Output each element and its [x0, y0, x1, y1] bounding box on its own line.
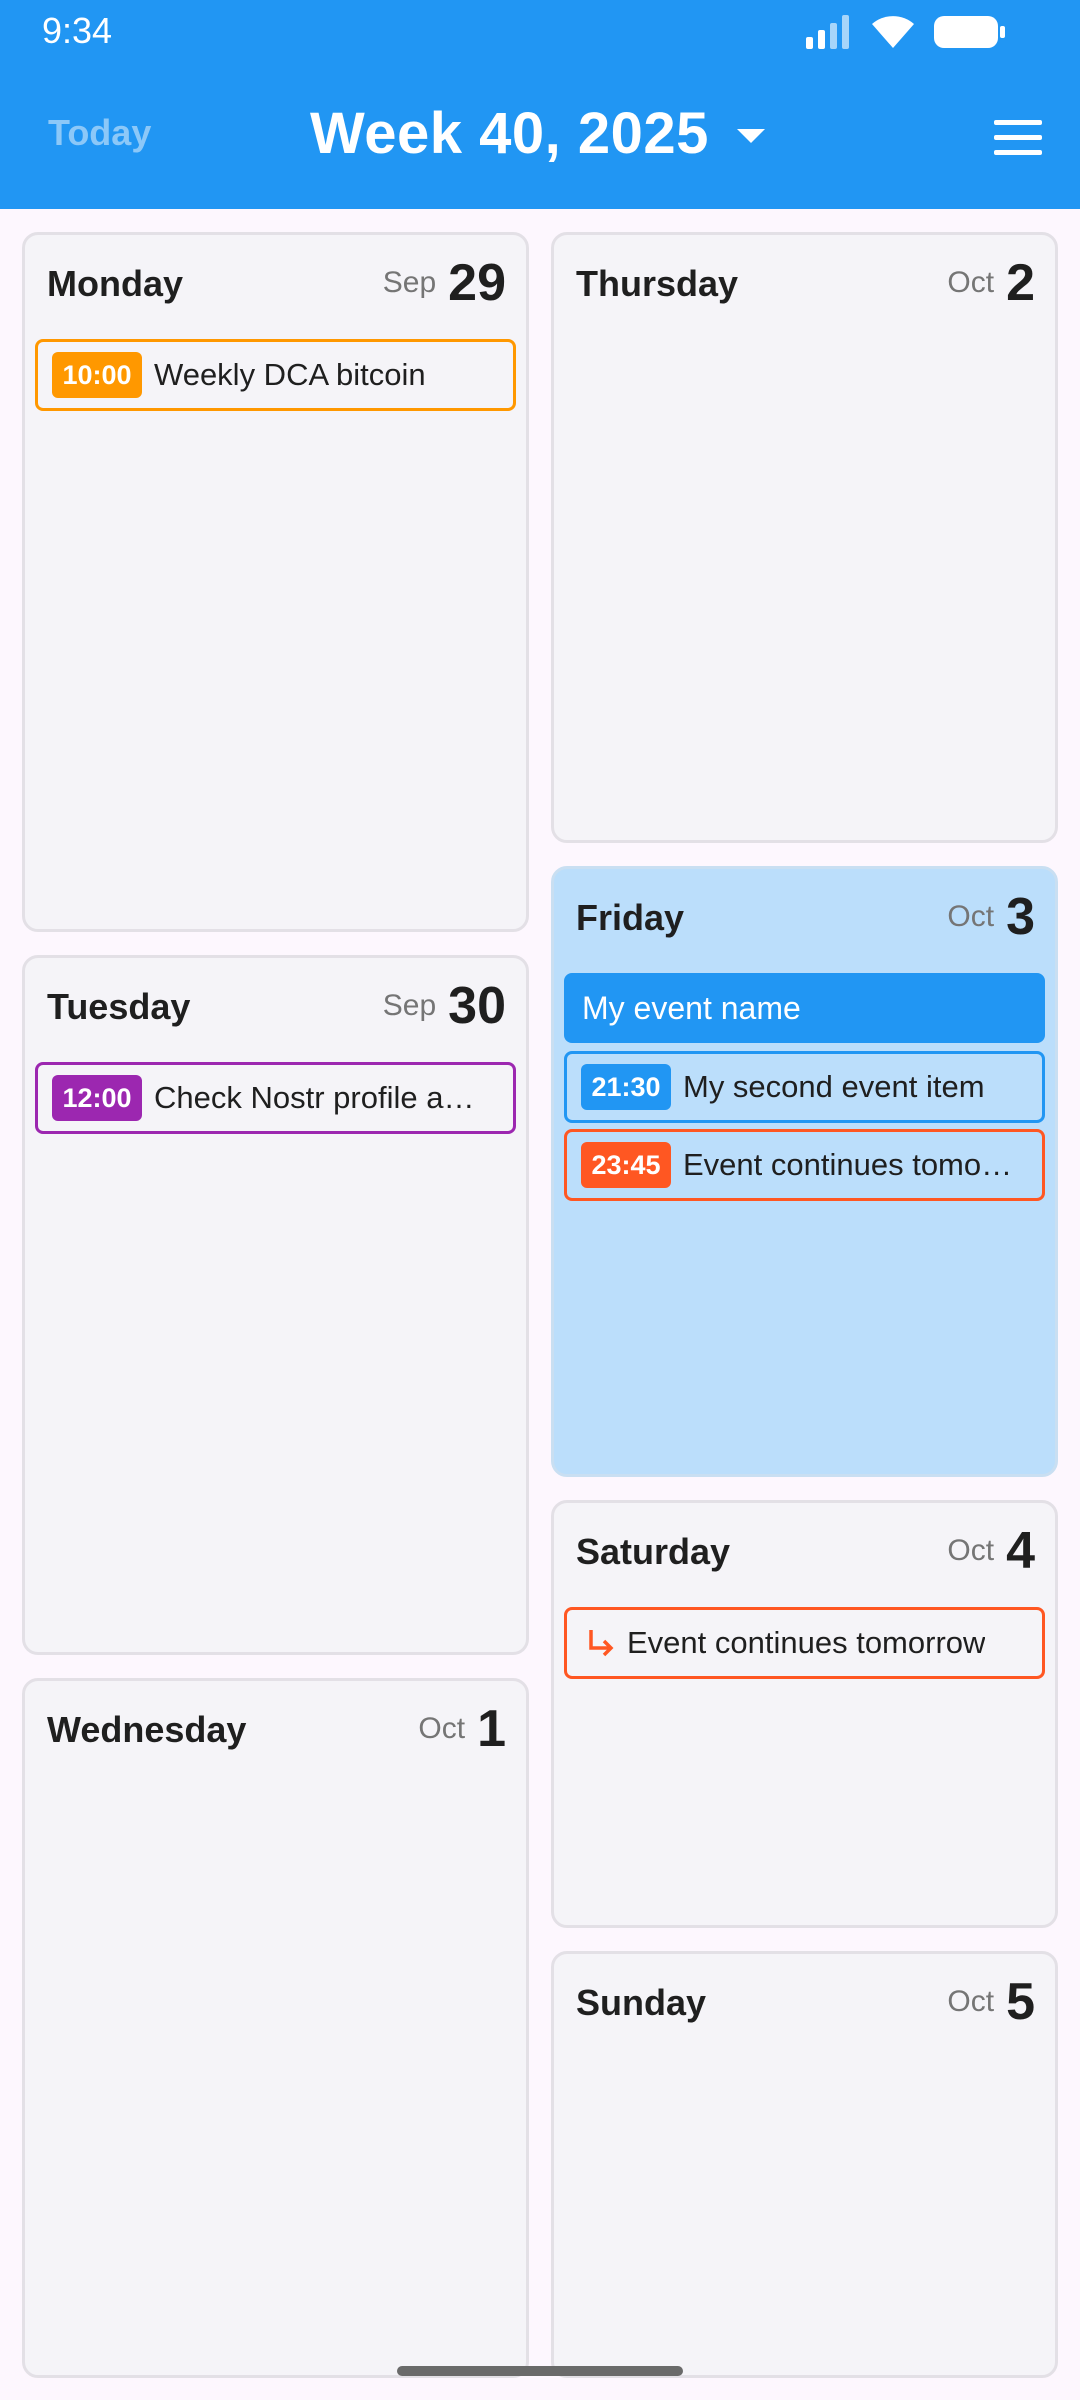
- day-month: Oct: [947, 1985, 995, 2018]
- menu-icon[interactable]: [994, 120, 1042, 156]
- continued-event-item[interactable]: Event continues tomorrow: [564, 1607, 1045, 1679]
- day-card-friday[interactable]: Friday Oct 3 My event name 21:30 My seco…: [551, 866, 1058, 1477]
- day-month: Sep: [382, 989, 437, 1022]
- status-icons: [806, 12, 1006, 52]
- event-title: Event continues tomo…: [683, 1147, 1013, 1182]
- day-name: Saturday: [576, 1531, 731, 1572]
- day-name: Sunday: [576, 1982, 707, 2023]
- day-number: 29: [448, 254, 506, 312]
- today-button[interactable]: Today: [48, 112, 151, 154]
- day-month: Oct: [947, 900, 995, 933]
- day-date: Oct 5: [947, 1972, 1035, 2032]
- event-time: 12:00: [52, 1075, 142, 1121]
- dropdown-caret-icon: [736, 128, 765, 143]
- day-number: 3: [1006, 888, 1035, 946]
- day-date: Oct 1: [418, 1699, 506, 1759]
- event-title: Check Nostr profile a…: [154, 1080, 475, 1115]
- app-bar: 9:34 Today Week 40, 2025: [0, 0, 1080, 209]
- day-card-thursday[interactable]: Thursday Oct 2: [551, 232, 1058, 843]
- day-date: Sep 29: [383, 253, 506, 313]
- event-item[interactable]: 21:30 My second event item: [564, 1051, 1045, 1123]
- day-name: Tuesday: [47, 986, 191, 1027]
- event-time: 23:45: [581, 1142, 671, 1188]
- day-month: Oct: [947, 266, 995, 299]
- day-name: Wednesday: [47, 1709, 247, 1750]
- day-date: Sep 30: [383, 976, 506, 1036]
- event-item[interactable]: 12:00 Check Nostr profile a…: [35, 1062, 516, 1134]
- day-month: Oct: [947, 1534, 995, 1567]
- home-indicator[interactable]: [397, 2366, 683, 2376]
- day-name: Monday: [47, 263, 184, 304]
- day-date: Oct 3: [947, 887, 1035, 947]
- day-date: Oct 4: [947, 1521, 1035, 1581]
- signal-icon: [806, 15, 849, 49]
- event-time: 21:30: [581, 1064, 671, 1110]
- day-card-monday[interactable]: Monday Sep 29 10:00 Weekly DCA bitcoin: [22, 232, 529, 932]
- all-day-event-item[interactable]: My event name: [564, 973, 1045, 1043]
- subdirectory-arrow-icon: [589, 1630, 614, 1657]
- event-item[interactable]: 23:45 Event continues tomo…: [564, 1129, 1045, 1201]
- status-time: 9:34: [42, 10, 113, 51]
- week-title: Week 40, 2025: [310, 101, 709, 166]
- day-number: 30: [448, 977, 506, 1035]
- event-title: My second event item: [683, 1069, 985, 1104]
- day-card-tuesday[interactable]: Tuesday Sep 30 12:00 Check Nostr profile…: [22, 955, 529, 1655]
- event-title: My event name: [582, 989, 801, 1026]
- day-number: 1: [477, 1700, 506, 1758]
- day-card-wednesday[interactable]: Wednesday Oct 1: [22, 1678, 529, 2378]
- event-title: Weekly DCA bitcoin: [154, 357, 426, 392]
- day-name: Friday: [576, 897, 685, 938]
- day-name: Thursday: [576, 263, 739, 304]
- event-title: Event continues tomorrow: [627, 1625, 986, 1660]
- day-month: Sep: [382, 266, 437, 299]
- day-number: 5: [1006, 1973, 1035, 2031]
- day-number: 2: [1006, 254, 1035, 312]
- day-number: 4: [1006, 1522, 1035, 1580]
- day-card-saturday[interactable]: Saturday Oct 4 Event continues tomorrow: [551, 1500, 1058, 1928]
- day-month: Oct: [418, 1712, 466, 1745]
- battery-icon: [934, 16, 1005, 48]
- week-selector[interactable]: Week 40, 2025: [310, 100, 765, 167]
- day-card-sunday[interactable]: Sunday Oct 5: [551, 1951, 1058, 2378]
- day-date: Oct 2: [947, 253, 1035, 313]
- wifi-icon: [872, 16, 914, 48]
- event-item[interactable]: 10:00 Weekly DCA bitcoin: [35, 339, 516, 411]
- event-time: 10:00: [52, 352, 142, 398]
